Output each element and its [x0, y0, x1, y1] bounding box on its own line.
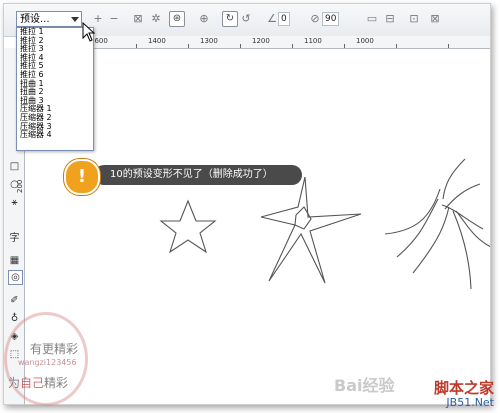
chevron-down-icon[interactable]: [71, 17, 79, 22]
stamp-watermark-slogan: 为自己精彩: [8, 374, 68, 391]
jb51-watermark: 脚本之家 JB51.Net: [434, 379, 494, 409]
jb51-watermark-cn: 脚本之家: [433, 379, 494, 397]
ruler-tick: [292, 44, 293, 48]
ruler-label: 200: [16, 179, 24, 193]
preset-menu: 推拉 1 推拉 2 推拉 3 推拉 4 推拉 5 推拉 6 扭曲 1 扭曲 2 …: [16, 27, 94, 151]
center-distortion-icon[interactable]: ⊕: [198, 13, 210, 25]
jb51-watermark-url: JB51.Net: [446, 396, 494, 409]
mouse-pointer-icon: [82, 22, 96, 42]
preset-dropdown-value: 预设...: [20, 14, 50, 25]
ruler-tick: [188, 44, 189, 48]
table-tool-icon[interactable]: ▦: [8, 254, 21, 267]
twister-star-shape: [384, 158, 490, 290]
push-pull-star-shape: [260, 176, 362, 284]
preset-menu-item[interactable]: 压缩器 4: [17, 131, 93, 140]
ruler-tick: [240, 44, 241, 48]
stamp-slogan-a: 为: [8, 376, 21, 390]
ruler-label: 1400: [148, 37, 166, 45]
tip-callout: 10的预设变形不见了（删除成功了） !: [64, 159, 304, 195]
ruler-label: 1000: [356, 37, 374, 45]
stamp-watermark-id: wangzi123456: [18, 358, 77, 367]
rectangle-tool-icon[interactable]: □: [8, 160, 21, 173]
ruler-tick: [396, 44, 397, 48]
ruler-tick: [448, 44, 449, 48]
rotate-clockwise-icon[interactable]: ↻: [222, 11, 238, 27]
drawing-canvas[interactable]: [25, 49, 490, 404]
stamp-slogan-c: 精彩: [44, 376, 69, 390]
convert-to-curves-icon[interactable]: ⊡: [408, 13, 420, 25]
plain-star-shape: [159, 199, 217, 254]
stamp-watermark-text: 有更精彩: [30, 342, 79, 356]
ruler-label: 1100: [304, 37, 322, 45]
fit-icon[interactable]: ⊠: [429, 13, 441, 25]
tip-callout-text: 10的预设变形不见了（删除成功了）: [94, 165, 302, 185]
push-pull-distortion-icon[interactable]: ⊠: [132, 13, 144, 25]
ruler-tick: [344, 44, 345, 48]
remove-preset-button[interactable]: −: [108, 13, 120, 25]
text-tool-icon[interactable]: 字: [8, 232, 21, 245]
rotate-counterclockwise-icon[interactable]: ↺: [240, 13, 252, 25]
canvas-shapes: [159, 158, 490, 290]
preset-dropdown[interactable]: 预设...: [16, 11, 82, 27]
ruler-tick: [136, 44, 137, 48]
angle-icon: ∠: [267, 12, 277, 25]
zipper-distortion-icon[interactable]: ✲: [150, 13, 162, 25]
baidu-watermark: Bai经验: [334, 376, 395, 395]
ruler-label: 1200: [252, 37, 270, 45]
angle-input[interactable]: 0: [278, 12, 290, 26]
distort-tool-icon[interactable]: ◎: [8, 270, 23, 285]
ruler-label: 1300: [200, 37, 218, 45]
copy-distortion-icon[interactable]: ▭: [366, 13, 378, 25]
clear-distortion-icon[interactable]: ⊟: [384, 13, 396, 25]
twister-distortion-icon[interactable]: ⊛: [169, 11, 185, 27]
eyedropper-tool-icon[interactable]: ✐: [8, 294, 21, 307]
spin-icon: ⊘: [310, 12, 320, 25]
spin-input[interactable]: 90: [322, 12, 340, 26]
stamp-slogan-b: 自己: [20, 376, 45, 390]
polygon-tool-icon[interactable]: ⚹: [8, 196, 21, 209]
exclamation-icon: !: [64, 159, 100, 195]
